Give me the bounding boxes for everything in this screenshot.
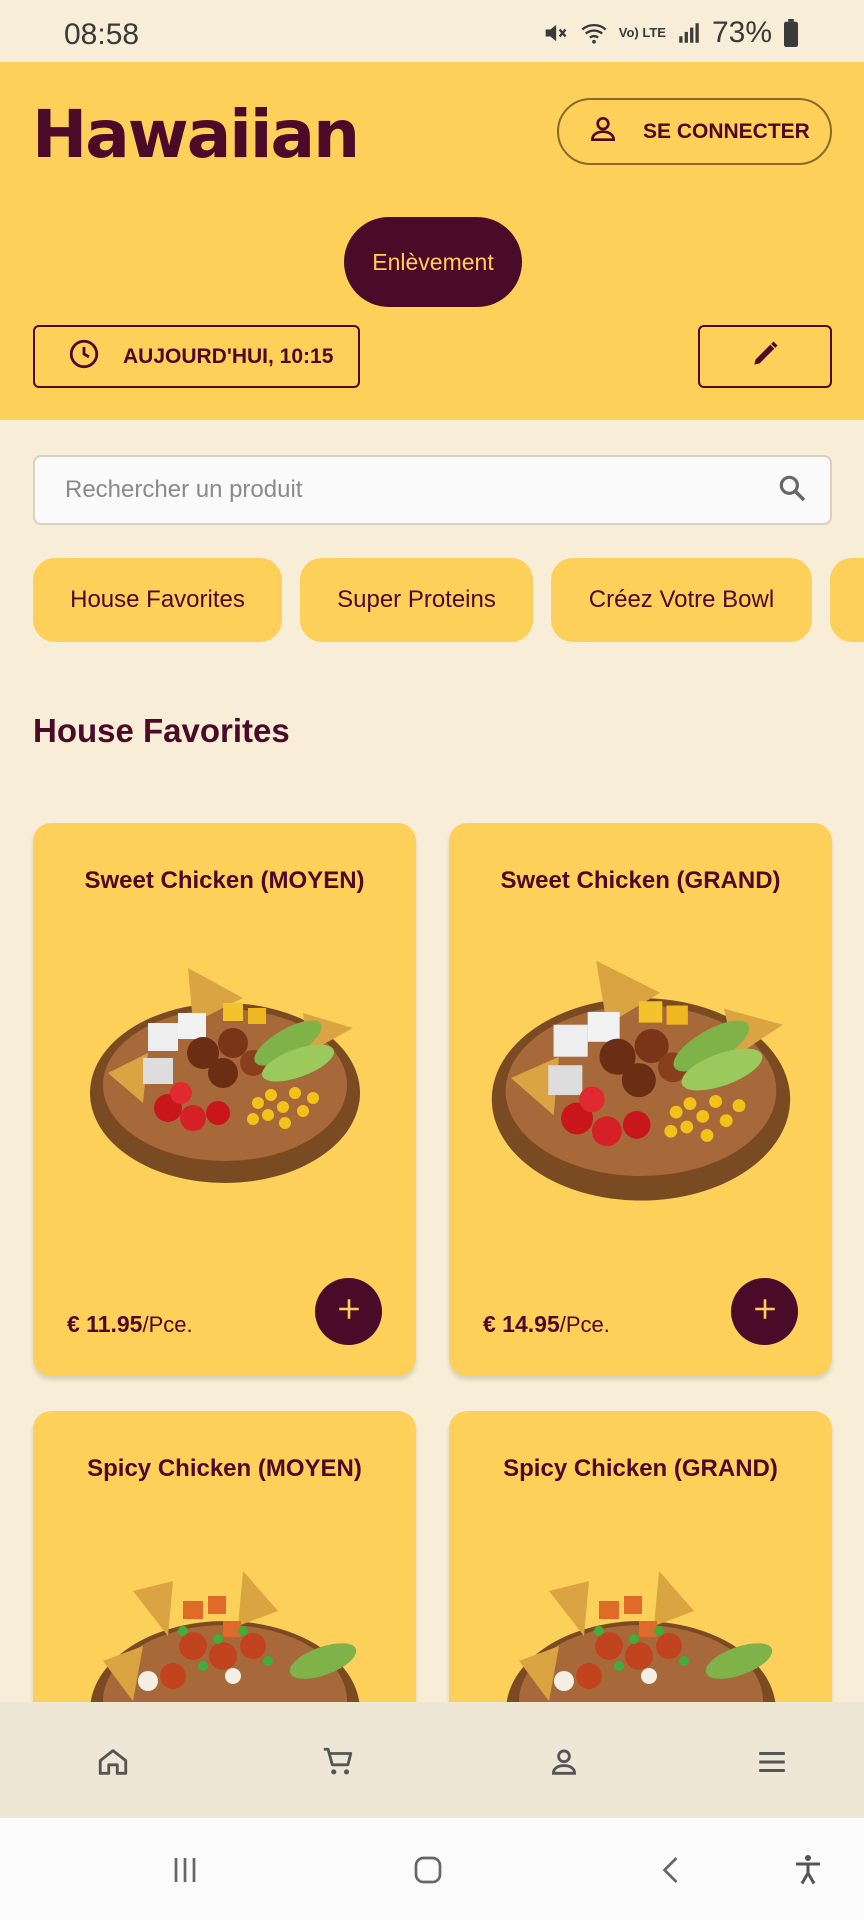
account-icon[interactable] <box>544 1742 584 1782</box>
poke-bowl-image <box>491 960 791 1201</box>
signal-icon <box>676 20 702 46</box>
system-navigation-bar <box>0 1818 864 1920</box>
login-label: SE CONNECTER <box>643 119 810 143</box>
search-input[interactable]: Rechercher un produit <box>65 476 302 504</box>
product-name: Spicy Chicken (MOYEN) <box>87 1455 362 1482</box>
app-header: Hawaiian SE CONNECTER Enlèvement AUJOURD… <box>0 62 864 420</box>
search-icon[interactable] <box>776 472 808 509</box>
bottom-navigation <box>0 1702 864 1818</box>
product-card[interactable]: Sweet Chicken (GRAND) € 14.95/Pce. <box>449 823 832 1376</box>
poke-bowl-image <box>90 968 360 1183</box>
product-name: Sweet Chicken (MOYEN) <box>84 867 365 894</box>
recents-icon[interactable] <box>165 1848 205 1892</box>
pickup-time-label: AUJOURD'HUI, 10:15 <box>123 344 334 368</box>
pickup-time-button[interactable]: AUJOURD'HUI, 10:15 <box>33 325 360 388</box>
battery-percent: 73% <box>711 16 772 49</box>
product-card[interactable]: Sweet Chicken (MOYEN) € 11.95/Pce. <box>33 823 416 1376</box>
category-chip[interactable]: Super Proteins <box>300 558 533 642</box>
plus-icon <box>336 1296 362 1327</box>
back-icon[interactable] <box>652 1848 692 1892</box>
price-value: € 11.95 <box>67 1311 143 1337</box>
clock-icon <box>67 337 101 377</box>
category-chip[interactable]: Créez Votre Bowl <box>551 558 812 642</box>
home-icon[interactable] <box>93 1742 133 1782</box>
price-unit: /Pce. <box>559 1312 610 1337</box>
user-icon <box>587 113 619 151</box>
section-title: House Favorites <box>33 712 290 749</box>
menu-icon[interactable] <box>752 1742 792 1782</box>
plus-icon <box>752 1296 778 1327</box>
brand-logo[interactable]: Hawaiian <box>32 96 360 173</box>
cart-icon[interactable] <box>318 1742 358 1782</box>
status-icons: Vo) LTE 73% <box>541 16 800 50</box>
product-name: Spicy Chicken (GRAND) <box>503 1455 778 1482</box>
mute-icon <box>541 19 569 47</box>
status-time: 08:58 <box>64 18 140 51</box>
add-to-cart-button[interactable] <box>315 1278 382 1345</box>
product-search[interactable]: Rechercher un produit <box>33 455 832 525</box>
battery-icon <box>782 19 800 47</box>
login-button[interactable]: SE CONNECTER <box>557 98 832 165</box>
wifi-icon <box>579 19 609 47</box>
add-to-cart-button[interactable] <box>731 1278 798 1345</box>
category-chip[interactable]: House Favorites <box>33 558 282 642</box>
product-name: Sweet Chicken (GRAND) <box>500 867 781 894</box>
home-button-icon[interactable] <box>408 1848 448 1892</box>
price-unit: /Pce. <box>142 1312 193 1337</box>
product-price: € 11.95/Pce. <box>67 1311 193 1338</box>
status-bar: 08:58 Vo) LTE 73% <box>0 0 864 62</box>
pencil-icon <box>749 338 781 375</box>
category-tabs: House Favorites Super Proteins Créez Vot… <box>33 558 864 642</box>
accessibility-icon[interactable] <box>788 1848 828 1892</box>
volte-indicator: Vo) LTE <box>618 25 666 40</box>
price-value: € 14.95 <box>483 1311 560 1337</box>
pickup-mode-toggle[interactable]: Enlèvement <box>344 217 522 307</box>
product-price: € 14.95/Pce. <box>483 1311 610 1338</box>
edit-order-button[interactable] <box>698 325 832 388</box>
category-chip-partial[interactable] <box>830 558 864 642</box>
